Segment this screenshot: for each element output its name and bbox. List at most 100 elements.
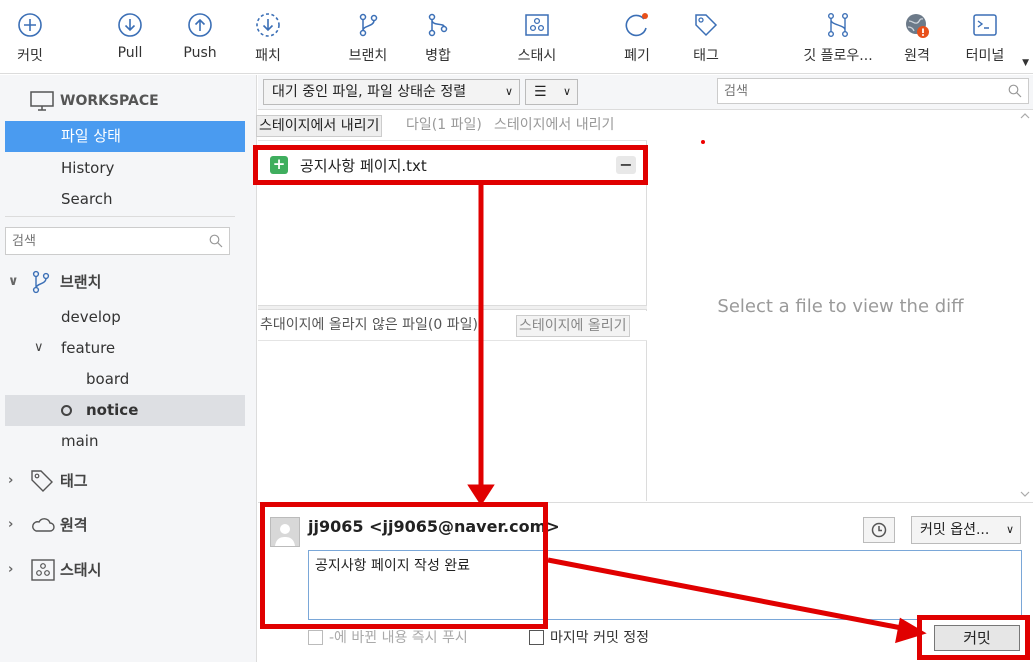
merge-toolbar-button[interactable]: 병합 xyxy=(412,0,464,74)
chevron-down-icon: ∨ xyxy=(562,85,571,98)
sidebar-item-search[interactable]: Search xyxy=(5,184,245,215)
pane-splitter[interactable] xyxy=(258,305,647,310)
sidebar-section-stash[interactable]: › 스태시 xyxy=(8,556,248,584)
remote-toolbar-button[interactable]: 원격 xyxy=(892,0,942,74)
amend-last-commit-label: 마지막 커밋 정정 xyxy=(550,630,650,646)
arrow-down-circle-icon xyxy=(118,13,142,37)
sourcetree-window: 커밋 Pull Push 패치 브랜치 병합 스태시 폐기 태그 깃 플로우..… xyxy=(0,0,1033,662)
chevron-right-icon: › xyxy=(8,562,14,577)
main-toolbar: 커밋 Pull Push 패치 브랜치 병합 스태시 폐기 태그 깃 플로우..… xyxy=(0,0,1033,74)
unstaged-files-title: 추대이지에 올라지 않은 파일(0 파일) xyxy=(260,317,478,333)
fetch-toolbar-label: 패치 xyxy=(255,48,281,64)
monitor-icon xyxy=(30,91,54,111)
remote-toolbar-label: 원격 xyxy=(904,48,930,64)
sidebar-divider xyxy=(5,216,235,217)
branch-icon xyxy=(32,270,50,294)
branch-icon xyxy=(359,13,378,37)
fetch-dashed-circle-icon xyxy=(256,13,280,37)
chevron-right-icon: › xyxy=(8,517,14,532)
fetch-toolbar-button[interactable]: 패치 xyxy=(242,0,294,74)
workspace-title: WORKSPACE xyxy=(60,93,159,109)
file-search-input[interactable] xyxy=(718,79,988,103)
commit-history-button[interactable] xyxy=(863,517,895,543)
checkbox-box xyxy=(529,630,544,645)
sidebar-item-history[interactable]: History xyxy=(5,153,245,184)
toolbar-overflow-icon[interactable]: ▼ xyxy=(1022,58,1029,68)
search-icon xyxy=(1008,84,1022,98)
sidebar-branch-feature[interactable]: feature xyxy=(5,333,245,364)
branch-toolbar-button[interactable]: 브랜치 xyxy=(340,0,396,74)
sidebar-branch-develop[interactable]: develop xyxy=(5,302,245,333)
sidebar-branch-main[interactable]: main xyxy=(5,426,245,457)
list-icon: ☰ xyxy=(534,84,547,100)
sidebar-branch-notice[interactable]: notice xyxy=(5,395,245,426)
git-flow-toolbar-label: 깃 플로우... xyxy=(803,48,873,64)
remotes-title: 원격 xyxy=(60,516,88,534)
clock-icon xyxy=(871,522,887,538)
chevron-right-icon: › xyxy=(8,473,14,488)
commit-message-input[interactable]: 공지사항 페이지 작성 완료 xyxy=(308,550,1022,620)
cloud-icon xyxy=(32,518,55,532)
unstage-all-button[interactable]: 스테이지에서 내리기 xyxy=(256,115,383,137)
current-branch-icon xyxy=(61,405,72,416)
tag-icon xyxy=(695,14,718,37)
unstage-file-button[interactable]: − xyxy=(616,156,636,174)
tag-toolbar-button[interactable]: 태그 xyxy=(680,0,732,74)
sort-dropdown[interactable]: 대기 중인 파일, 파일 상태순 정렬 ∨ xyxy=(263,79,520,105)
sidebar-section-tags[interactable]: › 태그 xyxy=(8,467,248,495)
stage-all-button[interactable]: 스테이지에 올리기 xyxy=(516,315,630,337)
terminal-toolbar-button[interactable]: 터미널 xyxy=(956,0,1014,74)
diff-panel: Select a file to view the diff xyxy=(648,111,1033,501)
branch-toolbar-label: 브랜치 xyxy=(348,48,388,64)
staged-file-name: 공지사항 페이지.txt xyxy=(300,157,427,175)
stash-box-icon xyxy=(31,559,55,581)
merge-toolbar-label: 병합 xyxy=(425,48,451,64)
commit-toolbar-button[interactable]: 커밋 xyxy=(4,0,56,74)
chevron-down-icon: ∨ xyxy=(504,85,513,98)
file-added-icon: + xyxy=(270,156,288,174)
commit-options-dropdown[interactable]: 커밋 옵션... ∨ xyxy=(911,516,1021,544)
chevron-down-icon: ∨ xyxy=(8,274,19,289)
sidebar-section-remotes[interactable]: › 원격 xyxy=(8,511,248,539)
git-flow-toolbar-button[interactable]: 깃 플로우... xyxy=(796,0,880,74)
diff-scrollbar[interactable] xyxy=(1017,111,1033,501)
discard-toolbar-button[interactable]: 폐기 xyxy=(612,0,662,74)
plus-circle-icon xyxy=(18,13,42,37)
search-icon xyxy=(209,234,223,248)
file-search-box xyxy=(717,78,1029,104)
commit-message-text: 공지사항 페이지 작성 완료 xyxy=(315,558,471,574)
sort-dropdown-label: 대기 중인 파일, 파일 상태순 정렬 xyxy=(272,84,467,100)
commit-button[interactable]: 커밋 xyxy=(934,625,1020,651)
view-mode-dropdown[interactable]: ☰ ∨ xyxy=(525,79,578,105)
pull-toolbar-button[interactable]: Pull xyxy=(104,0,156,74)
merge-icon xyxy=(428,13,448,37)
terminal-icon xyxy=(973,14,997,36)
branches-title: 브랜치 xyxy=(60,273,102,291)
sidebar-branch-notice-label: notice xyxy=(86,401,139,419)
push-immediately-label: -에 바뀐 내용 즉시 푸시 xyxy=(329,630,468,646)
sidebar-search-input[interactable] xyxy=(6,228,196,254)
sidebar-search-box xyxy=(5,227,230,255)
stash-toolbar-button[interactable]: 스태시 xyxy=(508,0,566,74)
tag-icon xyxy=(31,470,53,492)
sidebar: WORKSPACE 파일 상태 History Search ∨ 브랜치 dev… xyxy=(0,75,257,662)
push-toolbar-button[interactable]: Push xyxy=(174,0,226,74)
checkbox-box xyxy=(308,630,323,645)
sidebar-item-file-status[interactable]: 파일 상태 xyxy=(5,121,245,152)
tag-toolbar-label: 태그 xyxy=(693,48,719,64)
commit-options-label: 커밋 옵션... xyxy=(920,522,990,538)
commit-toolbar-label: 커밋 xyxy=(17,48,43,64)
sidebar-branch-board[interactable]: board xyxy=(5,364,245,395)
git-flow-icon xyxy=(828,13,849,38)
stash-toolbar-label: 스태시 xyxy=(517,48,557,64)
chevron-down-icon: ∨ xyxy=(1005,523,1014,536)
staged-files-header: 다일(1 파일) 스테이지에서 내리기 스테이지에서 내리기 xyxy=(256,111,647,141)
terminal-toolbar-label: 터미널 xyxy=(965,48,1005,64)
staged-files-count: 다일(1 파일) xyxy=(406,117,482,133)
sidebar-section-branches[interactable]: ∨ 브랜치 xyxy=(8,268,248,296)
user-silhouette-icon xyxy=(275,524,295,546)
cursor-dot xyxy=(701,140,705,144)
stash-box-icon xyxy=(525,14,549,36)
staged-file-row[interactable]: + 공지사항 페이지.txt − xyxy=(264,151,642,181)
file-lists-panel: 다일(1 파일) 스테이지에서 내리기 스테이지에서 내리기 + 공지사항 페이… xyxy=(256,111,647,501)
